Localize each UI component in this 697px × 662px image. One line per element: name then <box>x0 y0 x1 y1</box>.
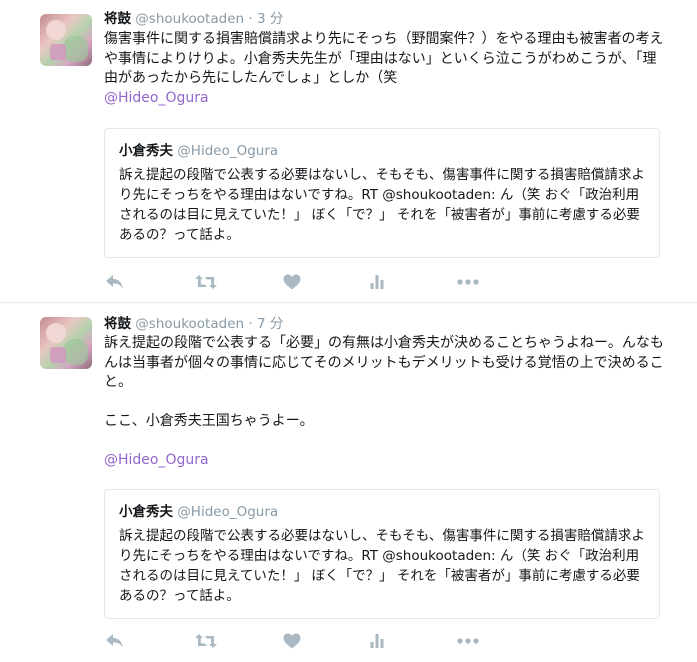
more-icon[interactable] <box>456 272 480 292</box>
quoted-tweet-header: 小倉秀夫 @Hideo_Ogura <box>119 503 278 521</box>
author-name[interactable]: 将鼓 <box>104 316 131 332</box>
quoted-author-handle: @Hideo_Ogura <box>177 143 279 159</box>
more-icon[interactable] <box>456 631 480 651</box>
timestamp[interactable]: 3 分 <box>257 11 283 27</box>
tweet-text: 訴え提起の段階で公表する「必要」の有無は小倉秀夫が決めることちゃうよねー。んなも… <box>104 334 664 471</box>
like-icon[interactable] <box>281 631 303 651</box>
tweet-text: 傷害事件に関する損害賠償請求より先にそっち（野間案件？）をやる理由も被害者の考え… <box>104 30 664 108</box>
avatar[interactable] <box>40 317 92 369</box>
tweet-actions <box>104 272 504 292</box>
retweet-icon[interactable] <box>193 631 219 651</box>
avatar[interactable] <box>40 14 92 66</box>
author-handle[interactable]: @shoukootaden <box>135 11 244 27</box>
tweet-text-content: 訴え提起の段階で公表する「必要」の有無は小倉秀夫が決めることちゃうよねー。んなも… <box>104 335 664 429</box>
quoted-tweet-header: 小倉秀夫 @Hideo_Ogura <box>119 142 278 160</box>
tweet-header: 将鼓 @shoukootaden · 3 分 <box>104 10 283 28</box>
author-name[interactable]: 将鼓 <box>104 11 131 27</box>
timestamp[interactable]: 7 分 <box>257 316 283 332</box>
retweet-icon[interactable] <box>193 272 219 292</box>
quoted-author-name: 小倉秀夫 <box>119 143 173 159</box>
author-handle[interactable]: @shoukootaden <box>135 316 244 332</box>
analytics-icon[interactable] <box>366 631 388 651</box>
tweet-header: 将鼓 @shoukootaden · 7 分 <box>104 315 283 333</box>
quoted-tweet-text: 訴え提起の段階で公表する必要はないし、そもそも、傷害事件に関する損害賠償請求より… <box>119 528 645 604</box>
tweet-text-content: 傷害事件に関する損害賠償請求より先にそっち（野間案件？）をやる理由も被害者の考え… <box>104 31 664 86</box>
quoted-author-name: 小倉秀夫 <box>119 504 173 520</box>
reply-icon[interactable] <box>104 272 126 292</box>
quoted-tweet-text: 訴え提起の段階で公表する必要はないし、そもそも、傷害事件に関する損害賠償請求より… <box>119 167 645 243</box>
tweet-actions <box>104 631 504 651</box>
analytics-icon[interactable] <box>366 272 388 292</box>
quoted-author-handle: @Hideo_Ogura <box>177 504 279 520</box>
tweet[interactable]: 将鼓 @shoukootaden · 7 分 訴え提起の段階で公表する「必要」の… <box>0 303 697 662</box>
mention-link[interactable]: @Hideo_Ogura <box>104 452 209 468</box>
quoted-tweet[interactable]: 小倉秀夫 @Hideo_Ogura 訴え提起の段階で公表する必要はないし、そもそ… <box>104 489 660 619</box>
like-icon[interactable] <box>281 272 303 292</box>
separator: · <box>248 316 253 332</box>
tweet[interactable]: 将鼓 @shoukootaden · 3 分 傷害事件に関する損害賠償請求より先… <box>0 0 697 303</box>
reply-icon[interactable] <box>104 631 126 651</box>
separator: · <box>248 11 253 27</box>
quoted-tweet[interactable]: 小倉秀夫 @Hideo_Ogura 訴え提起の段階で公表する必要はないし、そもそ… <box>104 128 660 258</box>
mention-link[interactable]: @Hideo_Ogura <box>104 90 209 106</box>
